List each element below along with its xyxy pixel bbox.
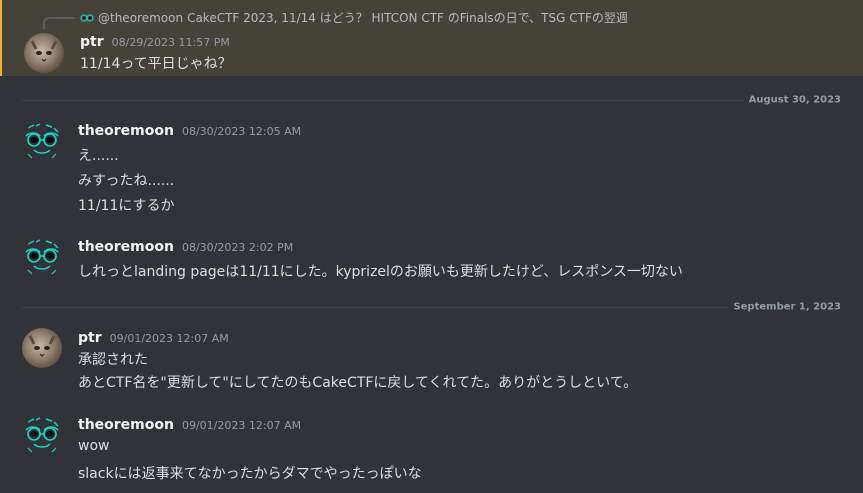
message[interactable]: theoremoon 08/30/2023 12:05 AM え...... み… xyxy=(0,118,863,218)
avatar[interactable] xyxy=(22,416,62,456)
username[interactable]: theoremoon xyxy=(78,239,174,255)
message-text: しれっとlanding pageは11/11にした。kyprizelのお願いも更… xyxy=(78,264,683,280)
timestamp: 08/29/2023 11:57 PM xyxy=(111,36,230,49)
chat-messages: @theoremoon CakeCTF 2023, 11/14 はどう？ HIT… xyxy=(0,0,863,493)
username[interactable]: ptr xyxy=(78,330,102,346)
message-text: 11/11にするか xyxy=(78,198,175,214)
message-text: みすったね...... xyxy=(78,173,175,189)
message[interactable]: theoremoon 09/01/2023 12:07 AM wow slack… xyxy=(0,412,863,492)
reply-text[interactable]: CakeCTF 2023, 11/14 はどう？ HITCON CTF のFin… xyxy=(187,9,628,26)
avatar[interactable] xyxy=(22,122,62,162)
message[interactable]: ptr 09/01/2023 12:07 AM 承認された あとCTF名を"更新… xyxy=(0,325,863,395)
username[interactable]: theoremoon xyxy=(78,417,174,433)
timestamp: 08/30/2023 2:02 PM xyxy=(181,241,294,254)
username[interactable]: theoremoon xyxy=(78,123,174,139)
message[interactable]: theoremoon 08/30/2023 2:02 PM しれっとlandin… xyxy=(0,234,863,284)
message-text: 11/14って平日じゃね？ xyxy=(80,56,232,72)
avatar[interactable] xyxy=(22,238,62,278)
message-text: え...... xyxy=(78,148,119,164)
date-divider xyxy=(22,307,845,308)
date-divider-label: August 30, 2023 xyxy=(742,94,845,106)
reply-author[interactable]: @theoremoon xyxy=(98,11,183,25)
avatar[interactable] xyxy=(22,328,62,368)
username[interactable]: ptr xyxy=(80,34,104,50)
message-highlighted[interactable]: @theoremoon CakeCTF 2023, 11/14 はどう？ HIT… xyxy=(0,0,863,76)
date-divider xyxy=(22,100,845,101)
timestamp: 09/01/2023 12:07 AM xyxy=(181,419,302,432)
reply-connector xyxy=(43,17,75,29)
avatar[interactable] xyxy=(24,33,64,73)
message-text: slackには返事来てなかったからダマでやったっぽいな xyxy=(78,466,422,482)
timestamp: 08/30/2023 12:05 AM xyxy=(181,125,302,138)
timestamp: 09/01/2023 12:07 AM xyxy=(109,332,229,345)
reply-reference[interactable]: @theoremoon CakeCTF 2023, 11/14 はどう？ HIT… xyxy=(80,9,628,26)
reply-avatar-icon xyxy=(80,12,94,24)
message-text: 承認された xyxy=(78,352,148,368)
message-text: wow xyxy=(78,438,110,454)
date-divider-label: September 1, 2023 xyxy=(727,301,845,313)
message-text: あとCTF名を"更新して"にしてたのもCakeCTFに戻してくれてた。ありがとう… xyxy=(78,375,638,391)
